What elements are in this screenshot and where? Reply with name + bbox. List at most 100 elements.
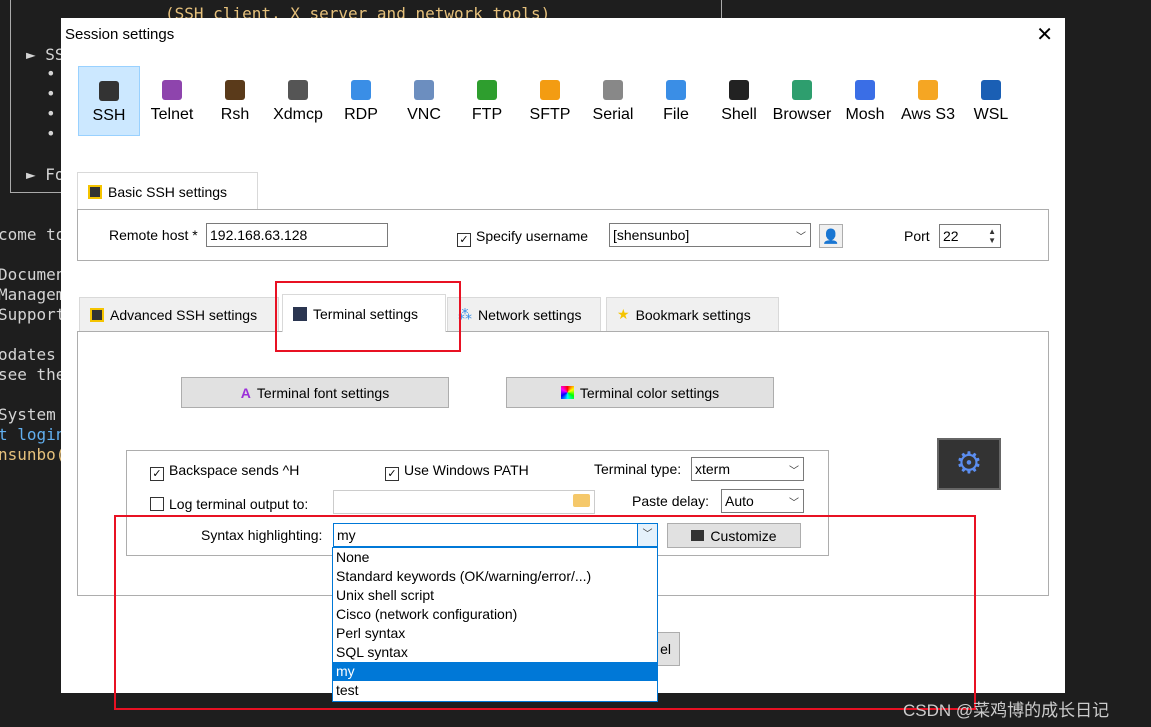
- terminal-line: •: [46, 84, 56, 103]
- protocol-mosh[interactable]: Mosh: [834, 66, 896, 136]
- log-path-input[interactable]: [333, 490, 595, 514]
- highlight-box-tab: [275, 281, 461, 352]
- protocol-wsl[interactable]: WSL: [960, 66, 1022, 136]
- protocol-label: Shell: [721, 106, 757, 123]
- terminal-type-value: xterm: [695, 461, 730, 477]
- checkbox-checked-icon: ✓: [457, 233, 471, 247]
- remote-host-input[interactable]: 192.168.63.128: [206, 223, 388, 247]
- protocol-xdmcp[interactable]: Xdmcp: [267, 66, 329, 136]
- protocol-icon: [414, 80, 434, 100]
- user-manager-button[interactable]: 👤: [819, 224, 843, 248]
- checkbox-checked-icon: ✓: [385, 467, 399, 481]
- protocol-rsh[interactable]: Rsh: [204, 66, 266, 136]
- paste-delay-value: Auto: [725, 493, 754, 509]
- protocol-label: Rsh: [220, 106, 250, 123]
- protocol-icon: [540, 80, 560, 100]
- color-palette-icon: [560, 386, 574, 399]
- protocol-aws-s3[interactable]: Aws S3: [897, 66, 959, 136]
- chevron-down-icon: ﹀: [789, 466, 799, 477]
- tab-label: Advanced SSH settings: [110, 306, 258, 323]
- terminal-line: come to: [0, 225, 66, 244]
- port-spinner[interactable]: 22 ▲ ▼: [939, 224, 1001, 248]
- close-button[interactable]: ✕: [1036, 22, 1053, 47]
- tab-label: Basic SSH settings: [108, 183, 228, 200]
- button-label: Terminal font settings: [256, 384, 390, 401]
- protocol-label: FTP: [471, 106, 503, 123]
- protocol-icon: [288, 80, 308, 100]
- key-icon: [90, 307, 104, 322]
- protocol-shell[interactable]: Shell: [708, 66, 770, 136]
- protocol-icon: [918, 80, 938, 100]
- terminal-type-select[interactable]: xterm ﹀: [691, 457, 804, 481]
- terminal-line: ► Fo: [26, 165, 65, 184]
- terminal-line: Support: [0, 305, 66, 324]
- terminal-line: •: [46, 124, 56, 143]
- protocol-label: Browser: [772, 106, 832, 123]
- protocol-label: Telnet: [150, 106, 194, 123]
- highlight-box-syntax: [114, 515, 976, 710]
- terminal-line: System: [0, 405, 56, 424]
- terminal-line: •: [46, 104, 56, 123]
- specify-username-checkbox[interactable]: ✓ Specify username: [457, 228, 588, 247]
- terminal-line: •: [46, 64, 56, 83]
- protocol-vnc[interactable]: VNC: [393, 66, 455, 136]
- protocol-rdp[interactable]: RDP: [330, 66, 392, 136]
- tab-label: Bookmark settings: [635, 306, 751, 323]
- protocol-label: RDP: [344, 106, 378, 123]
- protocol-browser[interactable]: Browser: [771, 66, 833, 136]
- terminal-line: see the: [0, 365, 66, 384]
- checkbox-unchecked-icon: [150, 497, 164, 511]
- terminal-font-settings-button[interactable]: A Terminal font settings: [181, 377, 449, 408]
- terminal-type-label: Terminal type:: [594, 461, 682, 477]
- star-icon: ★: [617, 306, 630, 322]
- tab-basic-ssh-settings[interactable]: Basic SSH settings: [77, 172, 258, 210]
- key-icon: [88, 184, 102, 199]
- windows-path-checkbox[interactable]: ✓ Use Windows PATH: [385, 462, 529, 481]
- paste-delay-label: Paste delay:: [632, 493, 710, 509]
- chevron-down-icon: ﹀: [796, 232, 806, 243]
- spinner-arrows-icon[interactable]: ▲ ▼: [988, 227, 996, 245]
- protocol-icon: [603, 80, 623, 100]
- protocol-icon: [351, 80, 371, 100]
- tab-advanced-ssh-settings[interactable]: Advanced SSH settings: [79, 297, 279, 331]
- protocol-icon: [99, 81, 119, 101]
- protocol-serial[interactable]: Serial: [582, 66, 644, 136]
- username-select[interactable]: [shensunbo] ﹀: [609, 223, 811, 247]
- protocol-sftp[interactable]: SFTP: [519, 66, 581, 136]
- protocol-icon: [792, 80, 812, 100]
- log-output-checkbox[interactable]: Log terminal output to:: [150, 496, 308, 512]
- tab-label: Network settings: [478, 306, 582, 323]
- chevron-down-icon: ﹀: [789, 498, 799, 509]
- protocol-icon: [477, 80, 497, 100]
- protocol-ssh[interactable]: SSH: [78, 66, 140, 136]
- checkbox-label: Use Windows PATH: [404, 462, 529, 478]
- tab-bookmark-settings[interactable]: ★ Bookmark settings: [606, 297, 779, 331]
- protocol-label: SFTP: [529, 106, 571, 123]
- checkbox-label: Backspace sends ^H: [169, 462, 300, 478]
- tab-network-settings[interactable]: ⁂ Network settings: [447, 297, 601, 331]
- terminal-color-settings-button[interactable]: Terminal color settings: [506, 377, 774, 408]
- checkbox-label: Specify username: [476, 228, 589, 244]
- paste-delay-select[interactable]: Auto ﹀: [721, 489, 804, 513]
- button-label: Terminal color settings: [579, 384, 720, 401]
- port-label: Port: [904, 228, 930, 244]
- backspace-checkbox[interactable]: ✓ Backspace sends ^H: [150, 462, 299, 481]
- checkbox-checked-icon: ✓: [150, 467, 164, 481]
- protocol-file[interactable]: File: [645, 66, 707, 136]
- protocol-label: File: [663, 106, 689, 123]
- protocol-label: Aws S3: [901, 106, 955, 123]
- protocol-label: Xdmcp: [273, 106, 323, 123]
- protocol-telnet[interactable]: Telnet: [141, 66, 203, 136]
- protocol-icon: [981, 80, 1001, 100]
- dialog-title: Session settings: [65, 26, 175, 43]
- terminal-line: Managem: [0, 285, 66, 304]
- folder-icon[interactable]: [573, 494, 590, 507]
- gear-settings-icon[interactable]: ⚙: [937, 438, 1001, 490]
- protocol-label: SSH: [92, 107, 126, 124]
- protocol-label: Serial: [592, 106, 634, 123]
- protocol-ftp[interactable]: FTP: [456, 66, 518, 136]
- terminal-line: odates: [0, 345, 56, 364]
- port-value: 22: [943, 228, 959, 244]
- terminal-line: Documen: [0, 265, 66, 284]
- font-icon: A: [240, 384, 251, 401]
